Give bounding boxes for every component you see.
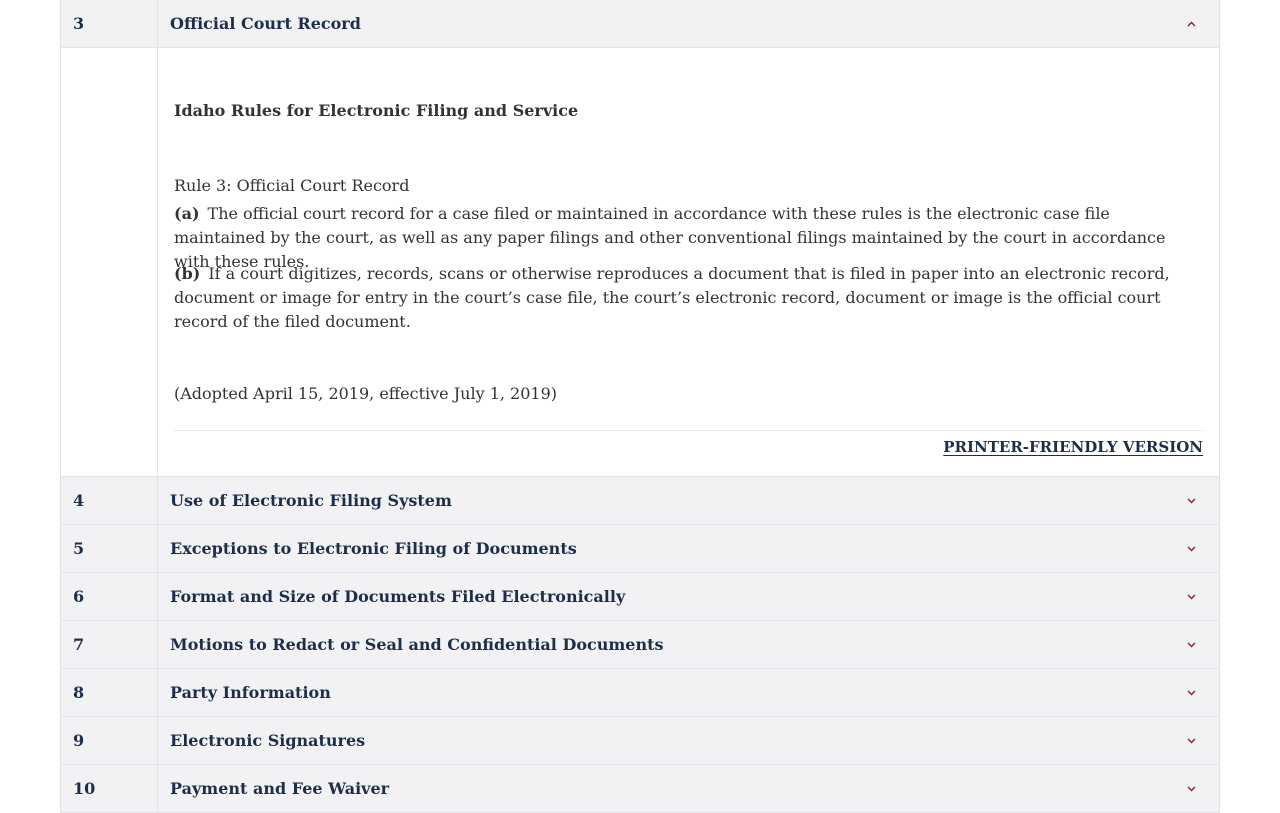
accordion-header-rule-8[interactable]: 8 Party Information	[60, 669, 1220, 717]
accordion-header-rule-5[interactable]: 5 Exceptions to Electronic Filing of Doc…	[60, 525, 1220, 573]
chevron-down-icon[interactable]	[1171, 498, 1211, 504]
panel-gutter	[61, 48, 158, 476]
rule-number: 6	[61, 573, 158, 620]
rules-accordion: 3 Official Court Record Idaho Rules for …	[60, 0, 1220, 813]
rule-title: Motions to Redact or Seal and Confidenti…	[170, 635, 664, 654]
rule-number: 10	[61, 765, 158, 812]
accordion-header-rule-7[interactable]: 7 Motions to Redact or Seal and Confiden…	[60, 621, 1220, 669]
rule-title: Payment and Fee Waiver	[170, 779, 390, 798]
accordion-header-rule-4[interactable]: 4 Use of Electronic Filing System	[60, 477, 1220, 525]
rule-number: 7	[61, 621, 158, 668]
paragraph-a-label: (a)	[174, 204, 200, 223]
divider	[174, 430, 1203, 431]
rule-number: 5	[61, 525, 158, 572]
chevron-down-icon[interactable]	[1171, 642, 1211, 648]
chevron-down-icon[interactable]	[1171, 594, 1211, 600]
rule-title: Exceptions to Electronic Filing of Docum…	[170, 539, 577, 558]
accordion-panel-rule-3: Idaho Rules for Electronic Filing and Se…	[60, 48, 1220, 477]
paragraph-b: (b) If a court digitizes, records, scans …	[174, 262, 1204, 334]
chevron-up-icon[interactable]	[1171, 21, 1211, 27]
rule-number: 8	[61, 669, 158, 716]
panel-body: Idaho Rules for Electronic Filing and Se…	[158, 48, 1219, 476]
rules-heading: Idaho Rules for Electronic Filing and Se…	[174, 101, 579, 120]
chevron-down-icon[interactable]	[1171, 786, 1211, 792]
paragraph-a-text: The official court record for a case fil…	[174, 204, 1166, 271]
chevron-down-icon[interactable]	[1171, 690, 1211, 696]
paragraph-b-label: (b)	[174, 264, 201, 283]
accordion-header-rule-6[interactable]: 6 Format and Size of Documents Filed Ele…	[60, 573, 1220, 621]
accordion-header-rule-10[interactable]: 10 Payment and Fee Waiver	[60, 765, 1220, 813]
rule-number: 4	[61, 477, 158, 524]
rule-number: 3	[61, 0, 158, 47]
rule-title: Format and Size of Documents Filed Elect…	[170, 587, 626, 606]
rule-title: Official Court Record	[170, 14, 361, 33]
chevron-down-icon[interactable]	[1171, 738, 1211, 744]
rule-title: Electronic Signatures	[170, 731, 366, 750]
adopted-note: (Adopted April 15, 2019, effective July …	[174, 384, 558, 403]
printer-friendly-link[interactable]: PRINTER-FRIENDLY VERSION	[943, 438, 1203, 456]
rule-title: Use of Electronic Filing System	[170, 491, 452, 510]
accordion-header-rule-9[interactable]: 9 Electronic Signatures	[60, 717, 1220, 765]
accordion-header-rule-3[interactable]: 3 Official Court Record	[60, 0, 1220, 48]
rule-number: 9	[61, 717, 158, 764]
rule-title: Party Information	[170, 683, 331, 702]
chevron-down-icon[interactable]	[1171, 546, 1211, 552]
paragraph-b-text: If a court digitizes, records, scans or …	[174, 264, 1170, 331]
rule-name: Rule 3: Official Court Record	[174, 176, 410, 195]
